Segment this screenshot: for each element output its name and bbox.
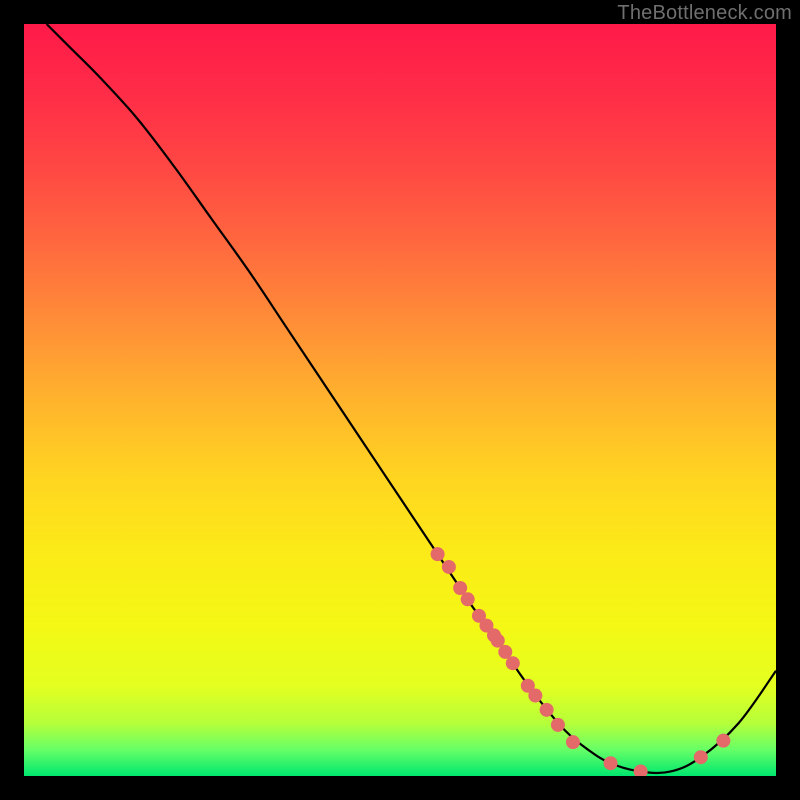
watermark-text: TheBottleneck.com xyxy=(617,2,792,25)
data-point xyxy=(506,656,520,670)
data-point xyxy=(431,547,445,561)
chart-frame xyxy=(24,24,776,776)
data-point xyxy=(540,703,554,717)
gradient-background xyxy=(24,24,776,776)
data-point xyxy=(716,734,730,748)
data-point xyxy=(528,689,542,703)
data-point xyxy=(604,756,618,770)
chart-svg xyxy=(24,24,776,776)
data-point xyxy=(694,750,708,764)
data-point xyxy=(551,718,565,732)
data-point xyxy=(566,735,580,749)
data-point xyxy=(442,560,456,574)
data-point xyxy=(461,592,475,606)
